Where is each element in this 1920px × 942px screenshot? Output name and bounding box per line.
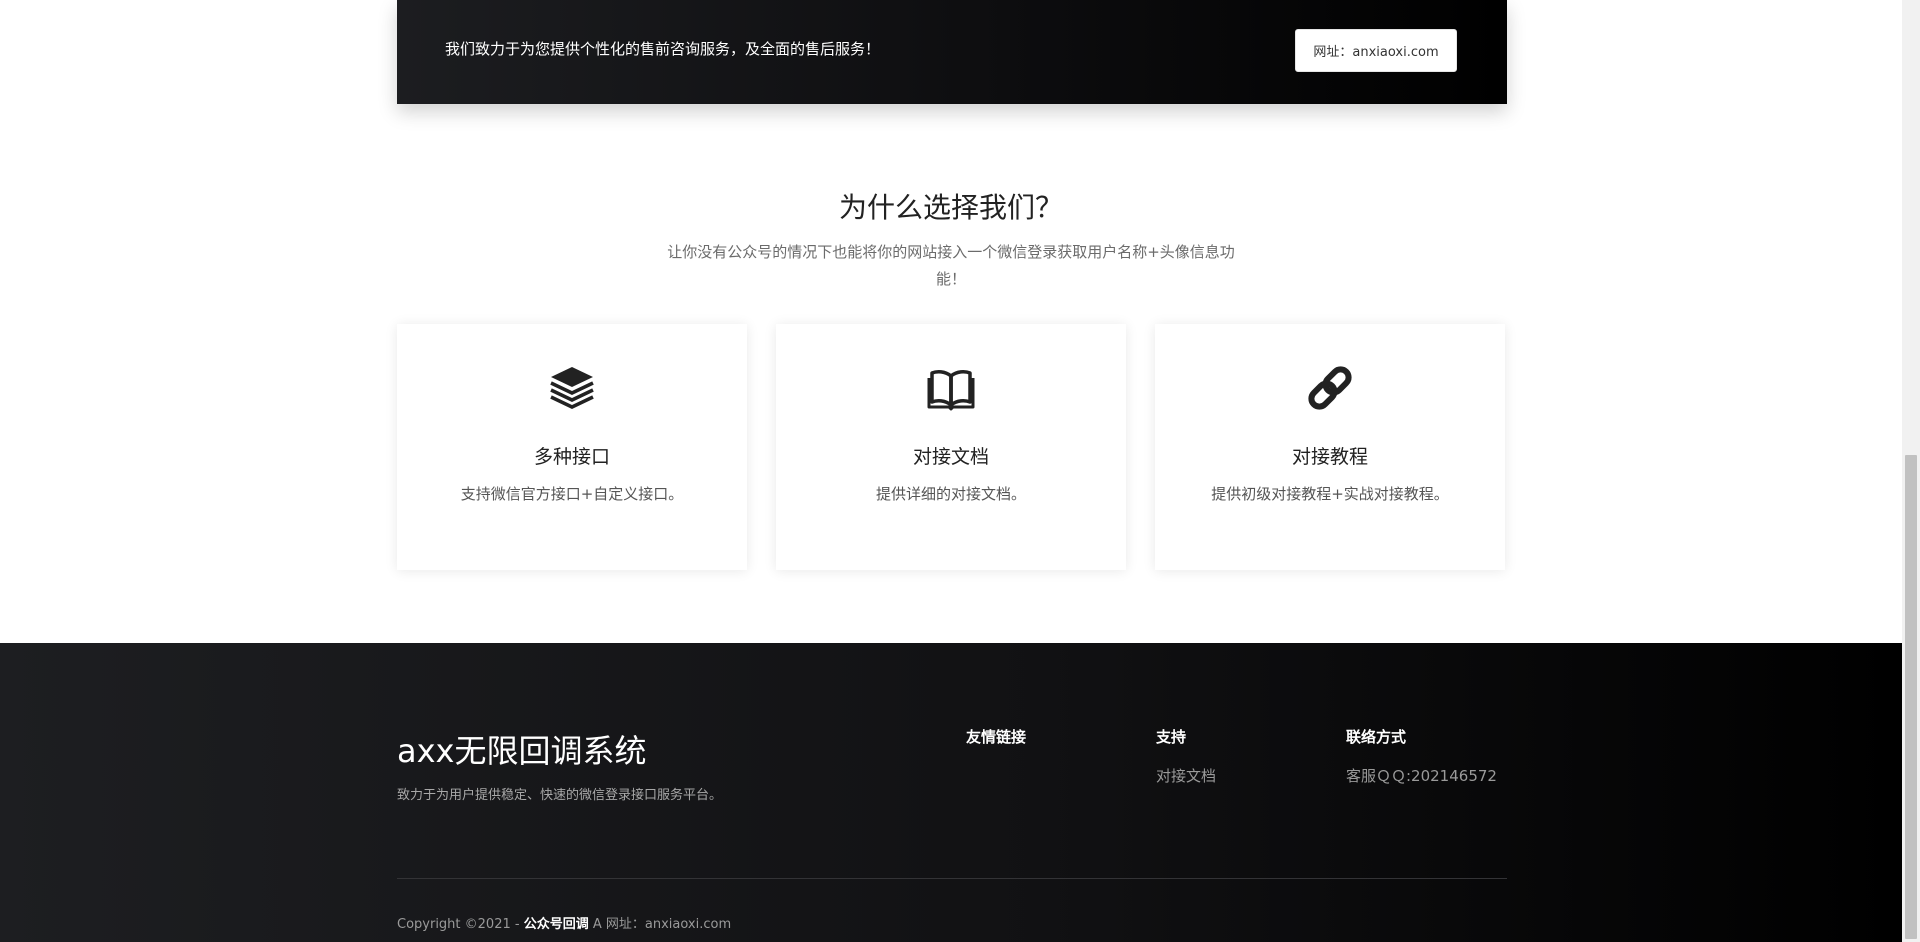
- footer-link-docs[interactable]: 对接文档: [1156, 765, 1216, 786]
- copyright-prefix: Copyright ©2021 -: [397, 917, 524, 932]
- feature-title: 对接教程: [1291, 446, 1368, 468]
- feature-card-interfaces: 多种接口 支持微信官方接口+自定义接口。: [397, 324, 747, 570]
- section-subtitle: 让你没有公众号的情况下也能将你的网站接入一个微信登录获取用户名称+头像信息功能！: [667, 243, 1235, 288]
- footer-col-title-links: 友情链接: [966, 728, 1027, 746]
- copyright-suffix: A 网址：anxiaoxi.com: [588, 917, 732, 932]
- layers-icon: [550, 367, 594, 409]
- footer-divider: [397, 878, 1507, 879]
- footer-col-title-support: 支持: [1156, 728, 1187, 746]
- cta-banner: 我们致力于为您提供个性化的售前咨询服务，及全面的售后服务！ 网址：anxiaox…: [397, 0, 1507, 104]
- footer-copyright: Copyright ©2021 - 公众号回调 A 网址：anxiaoxi.co…: [397, 913, 731, 932]
- page: 我们致力于为您提供个性化的售前咨询服务，及全面的售后服务！ 网址：anxiaox…: [0, 0, 1920, 942]
- feature-desc: 提供初级对接教程+实战对接教程。: [1211, 485, 1449, 503]
- feature-title: 对接文档: [912, 446, 989, 468]
- footer-description: 致力于为用户提供稳定、快速的微信登录接口服务平台。: [397, 788, 723, 803]
- link-icon: [1308, 366, 1352, 410]
- page-content: 我们致力于为您提供个性化的售前咨询服务，及全面的售后服务！ 网址：anxiaox…: [0, 0, 1902, 942]
- banner-text: 我们致力于为您提供个性化的售前咨询服务，及全面的售后服务！: [445, 40, 881, 58]
- vertical-scrollbar[interactable]: [1902, 0, 1920, 942]
- feature-card-docs: 对接文档 提供详细的对接文档。: [776, 324, 1126, 570]
- feature-desc: 支持微信官方接口+自定义接口。: [460, 485, 684, 503]
- feature-title: 多种接口: [533, 446, 610, 468]
- book-icon: [927, 370, 975, 411]
- feature-desc: 提供详细的对接文档。: [875, 485, 1026, 503]
- copyright-brand-link[interactable]: 公众号回调: [524, 917, 589, 932]
- feature-card-tutorials: 对接教程 提供初级对接教程+实战对接教程。: [1155, 324, 1505, 570]
- footer-contact-qq: 客服ＱＱ:202146572: [1346, 767, 1497, 785]
- footer-brand: axx无限回调系统: [397, 732, 647, 770]
- footer-col-title-contact: 联络方式: [1346, 728, 1407, 746]
- scrollbar-thumb[interactable]: [1905, 455, 1917, 939]
- section-title: 为什么选择我们？: [838, 191, 1063, 224]
- site-footer: axx无限回调系统 致力于为用户提供稳定、快速的微信登录接口服务平台。 友情链接…: [0, 643, 1902, 942]
- website-button[interactable]: 网址：anxiaoxi.com: [1295, 29, 1457, 72]
